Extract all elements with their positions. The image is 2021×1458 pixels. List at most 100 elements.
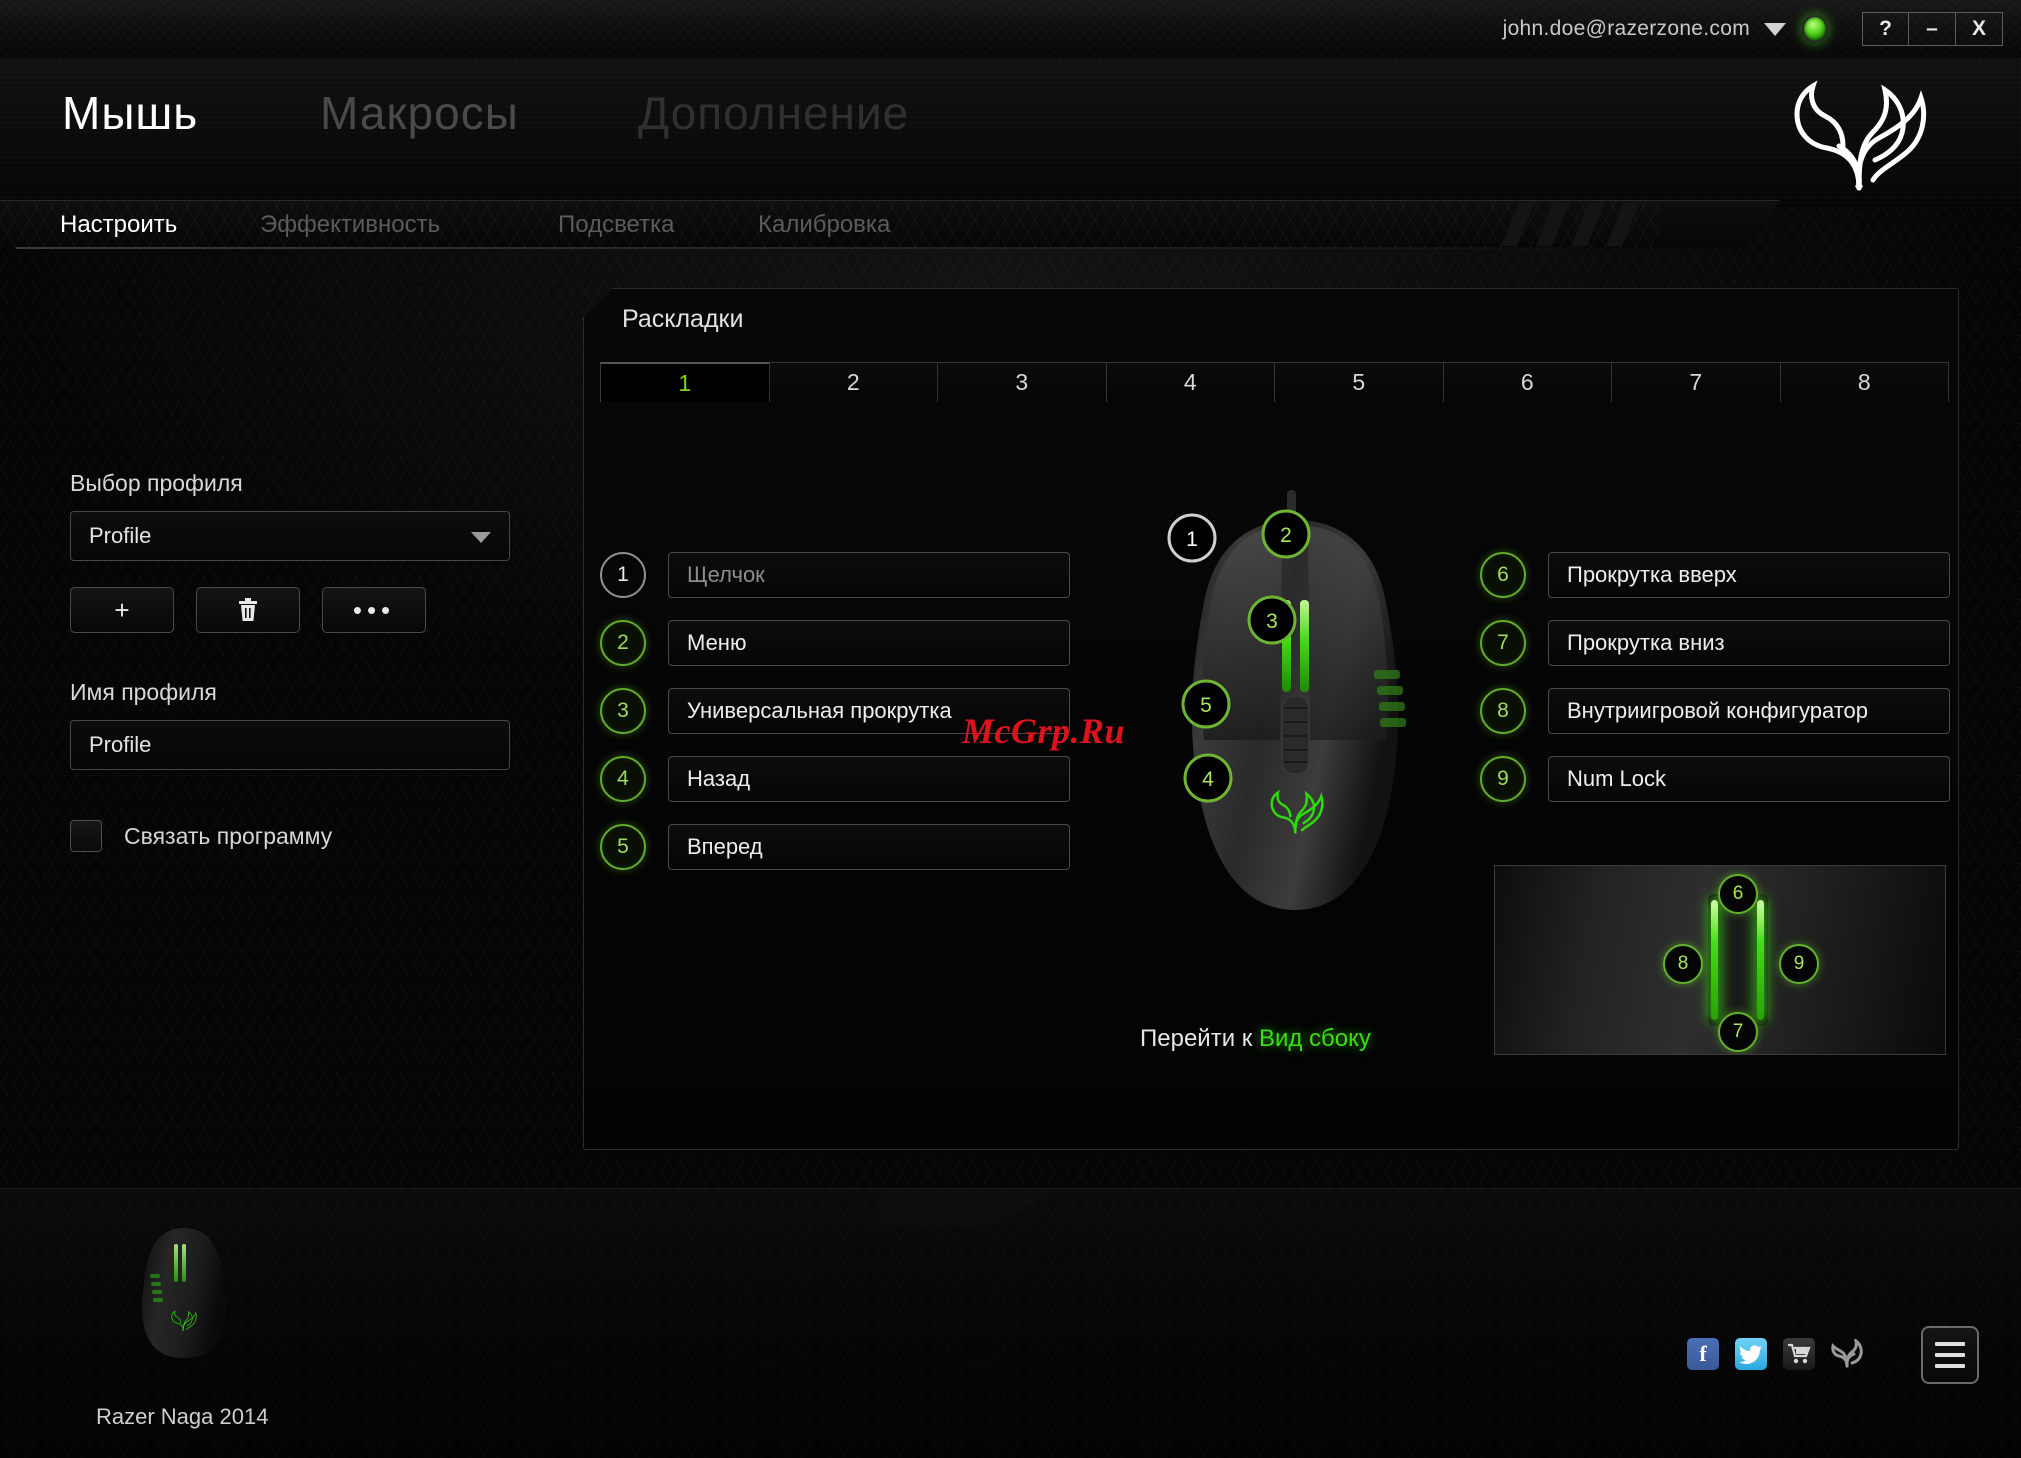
assignment-field-8[interactable]: Внутриигровой конфигуратор bbox=[1548, 688, 1950, 734]
profile-name-input[interactable]: Profile bbox=[70, 720, 510, 770]
footer-slant-decoration bbox=[880, 1189, 1060, 1225]
svg-text:5: 5 bbox=[1200, 694, 1212, 717]
twitter-bird-icon bbox=[1739, 1345, 1763, 1364]
link-program-label: Связать программу bbox=[124, 822, 333, 849]
sub-navigation: Настроить Эффективность Подсветка Калибр… bbox=[0, 200, 1680, 248]
facebook-icon[interactable]: f bbox=[1687, 1338, 1719, 1370]
profile-select-label: Выбор профиля bbox=[70, 470, 243, 496]
cart-icon[interactable] bbox=[1783, 1338, 1815, 1370]
twitter-icon[interactable] bbox=[1735, 1338, 1767, 1370]
add-profile-button[interactable]: + bbox=[70, 587, 174, 633]
layout-tab-5[interactable]: 5 bbox=[1274, 362, 1444, 402]
button-badge-7: 7 bbox=[1480, 620, 1526, 666]
goto-prefix-label: Перейти к bbox=[1140, 1025, 1253, 1052]
assignment-row: 5 Вперед bbox=[600, 824, 1070, 870]
subnav-slant-decoration bbox=[1660, 200, 1780, 248]
device-name-label: Razer Naga 2014 bbox=[96, 1404, 269, 1429]
assignments-left-column: 1 Щелчок 2 Меню 3 Универсальная прокрутк… bbox=[600, 552, 1070, 892]
assignment-row: 2 Меню bbox=[600, 620, 1070, 666]
button-badge-3: 3 bbox=[600, 688, 646, 734]
close-button[interactable]: X bbox=[1956, 12, 2003, 46]
layout-tab-1[interactable]: 1 bbox=[600, 362, 770, 402]
assignment-row: 9 Num Lock bbox=[1480, 756, 1950, 802]
scroll-glow-left bbox=[1711, 900, 1718, 1020]
account-email: john.doe@razerzone.com bbox=[1502, 17, 1750, 40]
menu-button[interactable] bbox=[1921, 1326, 1979, 1384]
side-badge-6: 6 bbox=[1718, 874, 1758, 914]
side-view-link[interactable]: Вид сбоку bbox=[1259, 1025, 1371, 1052]
panel-title: Раскладки bbox=[622, 305, 744, 333]
side-view-thumbnail[interactable]: 6 7 8 9 bbox=[1494, 865, 1946, 1055]
ellipsis-icon: ••• bbox=[352, 595, 396, 625]
svg-text:4: 4 bbox=[1202, 768, 1214, 791]
device-thumbnail-image[interactable] bbox=[128, 1222, 240, 1362]
more-options-button[interactable]: ••• bbox=[322, 587, 426, 633]
layout-tab-6[interactable]: 6 bbox=[1442, 362, 1612, 402]
assignment-field-3[interactable]: Универсальная прокрутка bbox=[668, 688, 1070, 734]
assignment-field-6[interactable]: Прокрутка вверх bbox=[1548, 552, 1950, 598]
svg-text:1: 1 bbox=[1186, 528, 1198, 551]
tab-mouse[interactable]: Мышь bbox=[62, 86, 320, 140]
link-program-row: Связать программу bbox=[70, 820, 510, 852]
svg-text:2: 2 bbox=[1280, 524, 1292, 547]
assignment-row: 4 Назад bbox=[600, 756, 1070, 802]
razer-synapse-window: john.doe@razerzone.com ? – X Мышь Макрос… bbox=[0, 0, 2021, 1458]
online-status-icon[interactable] bbox=[1802, 15, 1828, 43]
assignment-row: 6 Прокрутка вверх bbox=[1480, 552, 1950, 598]
assignment-field-7[interactable]: Прокрутка вниз bbox=[1548, 620, 1950, 666]
minimize-button[interactable]: – bbox=[1909, 12, 1956, 46]
profile-name-label: Имя профиля bbox=[70, 679, 217, 705]
tab-addons[interactable]: Дополнение bbox=[638, 86, 909, 140]
layout-tab-3[interactable]: 3 bbox=[937, 362, 1107, 402]
shopping-cart-icon bbox=[1788, 1343, 1811, 1364]
button-badge-4: 4 bbox=[600, 756, 646, 802]
button-badge-2: 2 bbox=[600, 620, 646, 666]
button-badge-9: 9 bbox=[1480, 756, 1526, 802]
side-badge-8: 8 bbox=[1663, 944, 1703, 984]
assignment-row: 8 Внутриигровой конфигуратор bbox=[1480, 688, 1950, 734]
assignment-field-4[interactable]: Назад bbox=[668, 756, 1070, 802]
button-badge-5: 5 bbox=[600, 824, 646, 870]
chevron-down-icon[interactable] bbox=[1764, 22, 1786, 36]
assignment-field-5[interactable]: Вперед bbox=[668, 824, 1070, 870]
top-navigation: Мышь Макросы Дополнение bbox=[0, 58, 2021, 208]
social-links: f bbox=[1687, 1338, 1863, 1370]
goto-side-view-row: Перейти к Вид сбоку bbox=[1140, 1025, 1371, 1053]
scroll-glow-right bbox=[1757, 900, 1764, 1020]
side-badge-7: 7 bbox=[1718, 1012, 1758, 1052]
assignment-row: 1 Щелчок bbox=[600, 552, 1070, 598]
side-badge-9: 9 bbox=[1779, 944, 1819, 984]
main-tab-bar: Мышь Макросы Дополнение bbox=[62, 86, 909, 140]
delete-profile-button[interactable] bbox=[196, 587, 300, 633]
subnav-underline bbox=[16, 247, 1666, 249]
assignment-row: 7 Прокрутка вниз bbox=[1480, 620, 1950, 666]
button-badge-1: 1 bbox=[600, 552, 646, 598]
link-program-checkbox[interactable] bbox=[70, 820, 102, 852]
assignment-field-1[interactable]: Щелчок bbox=[668, 552, 1070, 598]
layout-tab-7[interactable]: 7 bbox=[1611, 362, 1781, 402]
button-badge-8: 8 bbox=[1480, 688, 1526, 734]
layout-number-tabs: 1 2 3 4 5 6 7 8 bbox=[600, 362, 1949, 402]
help-button[interactable]: ? bbox=[1862, 12, 1909, 46]
window-controls: ? – X bbox=[1862, 12, 2003, 46]
mouse-top-view-image: 1 2 3 5 4 bbox=[1167, 490, 1406, 910]
tab-macros[interactable]: Макросы bbox=[320, 86, 638, 140]
razer-snake-icon[interactable] bbox=[1831, 1338, 1863, 1370]
layout-tab-4[interactable]: 4 bbox=[1105, 362, 1275, 402]
profile-select-dropdown[interactable]: Profile bbox=[70, 511, 510, 561]
assignment-row: 3 Универсальная прокрутка bbox=[600, 688, 1070, 734]
razer-logo-icon bbox=[1794, 80, 1927, 191]
profile-action-buttons: + ••• bbox=[70, 587, 510, 633]
plus-icon: + bbox=[114, 594, 130, 625]
subtab-performance[interactable]: Эффективность bbox=[260, 211, 558, 239]
assignment-field-2[interactable]: Меню bbox=[668, 620, 1070, 666]
layout-tab-2[interactable]: 2 bbox=[768, 362, 938, 402]
button-badge-6: 6 bbox=[1480, 552, 1526, 598]
subtab-lighting[interactable]: Подсветка bbox=[558, 211, 758, 239]
layout-tab-8[interactable]: 8 bbox=[1779, 362, 1949, 402]
trash-icon bbox=[239, 598, 257, 621]
subtab-configure[interactable]: Настроить bbox=[60, 211, 260, 239]
subtab-calibration[interactable]: Калибровка bbox=[758, 211, 890, 239]
profile-sidebar: Выбор профиля Profile + ••• Имя профиля … bbox=[70, 470, 510, 852]
assignment-field-9[interactable]: Num Lock bbox=[1548, 756, 1950, 802]
